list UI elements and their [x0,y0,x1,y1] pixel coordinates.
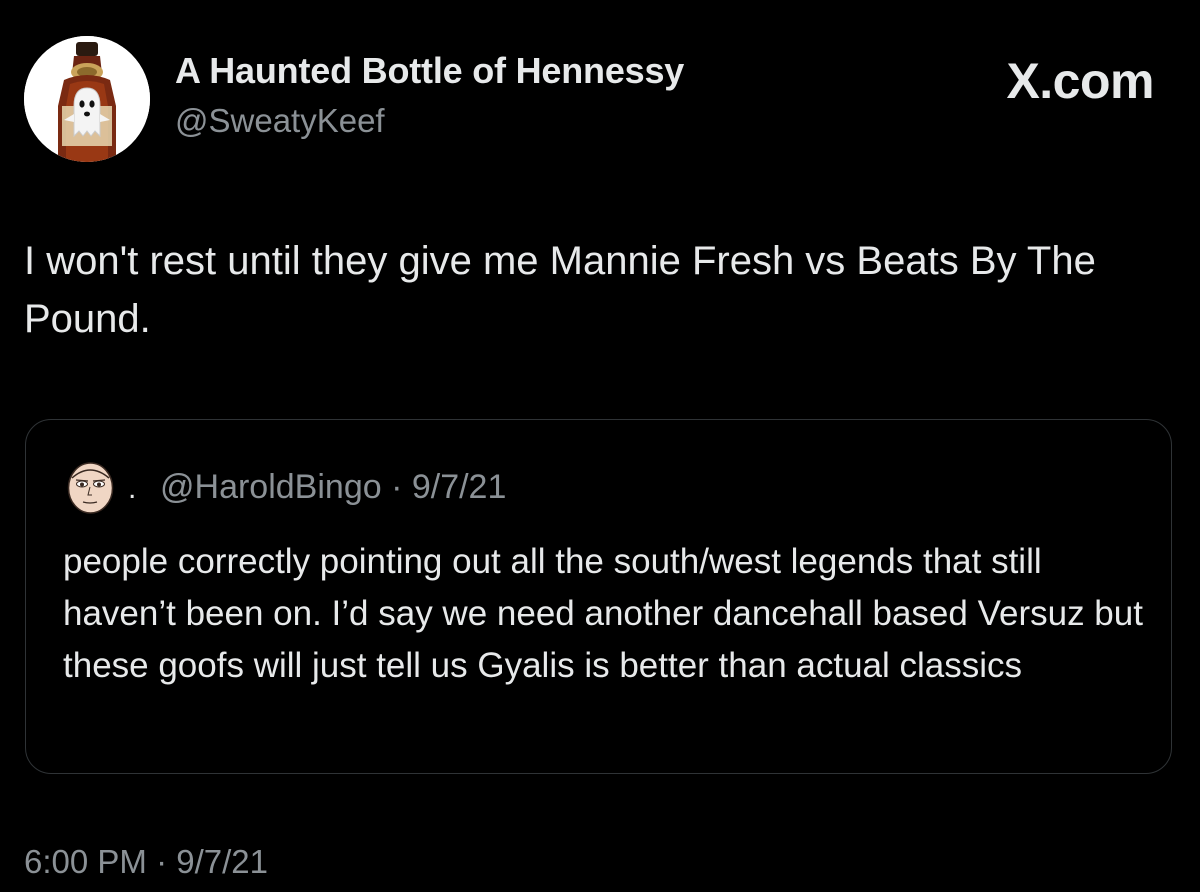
quote-separator: . [128,472,137,505]
quoted-tweet[interactable]: . @HaroldBingo · 9/7/21 people correctly… [25,419,1172,774]
author-avatar[interactable] [24,36,150,162]
quote-handle-date[interactable]: @HaroldBingo · 9/7/21 [160,468,506,507]
author-name[interactable]: A Haunted Bottle of Hennessy [175,50,684,92]
tweet-timestamp[interactable]: 6:00 PM · 9/7/21 [24,843,268,881]
tweet-text: I won't rest until they give me Mannie F… [24,239,1096,341]
cartoon-face-icon [63,460,118,515]
hennessy-bottle-ghost-icon [24,36,150,162]
x-brand-logo: X.com [1006,53,1154,109]
quote-avatar[interactable] [63,460,118,515]
author-handle[interactable]: @SweatyKeef [175,102,385,140]
tweet-card: A Haunted Bottle of Hennessy @SweatyKeef… [0,0,1200,892]
quote-text: people correctly pointing out all the so… [63,542,1143,685]
